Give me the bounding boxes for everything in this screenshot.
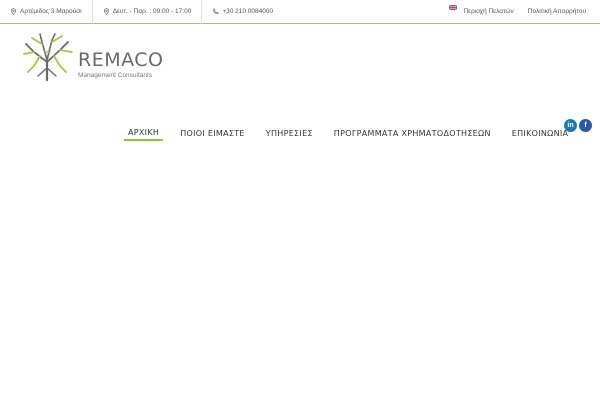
- address-info: Αρτέμιδος 3 Μαρούσι: [0, 0, 93, 24]
- privacy-policy-link[interactable]: Πολιτική Απορρήτου: [528, 8, 586, 15]
- location-pin-icon: [11, 8, 16, 15]
- phone-info[interactable]: +30 210 0084000: [202, 0, 283, 24]
- phone-icon: [213, 8, 219, 15]
- phone-text[interactable]: +30 210 0084000: [222, 8, 273, 15]
- brand-tagline: Management Consultants: [78, 72, 153, 79]
- nav-services[interactable]: ΥΠΗΡΕΣΙΕΣ: [262, 129, 317, 140]
- facebook-icon[interactable]: f: [579, 119, 592, 132]
- logo-text: REMACO Management Consultants: [78, 49, 164, 79]
- nav-home[interactable]: ΑΡΧΙΚΗ: [124, 128, 164, 141]
- top-links: Περιοχή Πελατών Πολιτική Απορρήτου: [449, 0, 600, 24]
- hours-info: Δευτ. - Παρ. : 09:00 - 17:00: [93, 0, 203, 24]
- top-bar: Αρτέμιδος 3 Μαρούσι Δευτ. - Παρ. : 09:00…: [0, 0, 600, 24]
- address-text: Αρτέμιδος 3 Μαρούσι: [20, 8, 82, 15]
- uk-flag-icon[interactable]: [449, 5, 458, 10]
- client-area-link[interactable]: Περιοχή Πελατών: [463, 8, 513, 15]
- linkedin-icon[interactable]: in: [564, 119, 577, 132]
- location-pin-icon: [103, 8, 109, 15]
- nav-contact[interactable]: ΕΠΙΚΟΙΝΩΝΙΑ: [508, 129, 573, 140]
- tree-logo-icon: [23, 33, 73, 82]
- brand-name: REMACO: [78, 49, 164, 71]
- site-logo[interactable]: REMACO Management Consultants: [20, 32, 164, 82]
- social-links: in f: [564, 119, 594, 132]
- main-navigation: ΑΡΧΙΚΗ ΠΟΙΟΙ ΕΙΜΑΣΤΕ ΥΠΗΡΕΣΙΕΣ ΠΡΟΓΡΑΜΜΑ…: [124, 128, 585, 141]
- nav-funding-programs[interactable]: ΠΡΟΓΡΑΜΜΑΤΑ ΧΡΗΜΑΤΟΔΟΤΗΣΕΩΝ: [330, 129, 495, 140]
- nav-about[interactable]: ΠΟΙΟΙ ΕΙΜΑΣΤΕ: [176, 129, 249, 140]
- hours-text: Δευτ. - Παρ. : 09:00 - 17:00: [112, 8, 192, 15]
